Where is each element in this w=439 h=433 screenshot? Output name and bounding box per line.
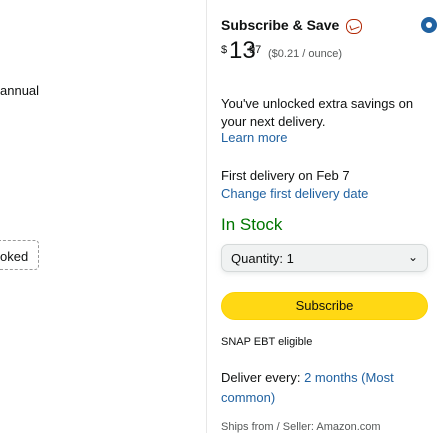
chevron-down-icon: ⌄ xyxy=(407,250,418,264)
price-per-unit: ($0.21 / ounce) xyxy=(268,48,342,60)
snap-ebt-eligible: SNAP EBT eligible xyxy=(221,336,313,348)
booked-text-fragment: oked xyxy=(0,249,29,264)
first-delivery-text: First delivery on Feb 7 xyxy=(221,168,350,183)
learn-more-link[interactable]: Learn more xyxy=(221,130,287,145)
subscribe-save-title[interactable]: Subscribe & Save xyxy=(221,17,363,34)
subscribe-save-icon xyxy=(346,18,363,34)
change-delivery-date-link[interactable]: Change first delivery date xyxy=(221,186,368,201)
deliver-every: Deliver every: 2 months (Most common) xyxy=(221,368,431,408)
quantity-select[interactable]: Quantity: 1 ⌄ xyxy=(221,244,428,272)
quantity-label: Quantity: 1 xyxy=(231,251,294,266)
subscribe-button[interactable]: Subscribe xyxy=(221,292,428,320)
deliver-every-label: Deliver every: xyxy=(221,370,301,385)
subscribe-radio-button[interactable] xyxy=(422,18,436,32)
subscribe-save-label: Subscribe & Save xyxy=(221,17,340,33)
ships-from-seller: Ships from / Seller: Amazon.com xyxy=(221,421,381,433)
savings-message: You've unlocked extra savings on your ne… xyxy=(221,96,414,129)
annual-text-fragment: annual xyxy=(0,83,40,98)
subscribe-panel: Subscribe & Save $ 13 97 ($0.21 / ounce)… xyxy=(206,0,439,433)
price-currency-symbol: $ xyxy=(221,44,228,56)
in-stock-status: In Stock xyxy=(221,215,283,234)
price-fraction: 97 xyxy=(249,44,262,56)
